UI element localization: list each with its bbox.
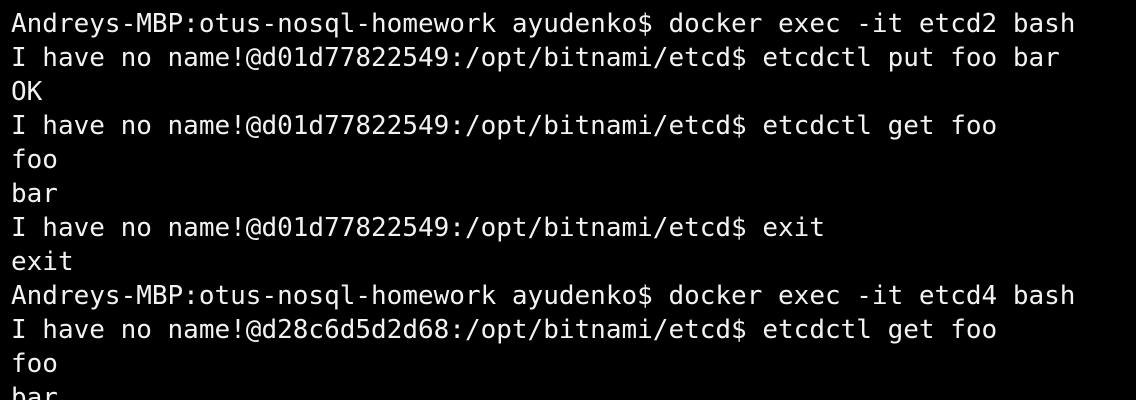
terminal-line: foo	[11, 349, 58, 379]
terminal-line: I have no name!@d01d77822549:/opt/bitnam…	[11, 111, 998, 141]
terminal-line: bar	[11, 383, 58, 400]
terminal-window[interactable]: exit Andreys-MBP:otus-nosql-homework ayu…	[0, 0, 1136, 400]
terminal-line: Andreys-MBP:otus-nosql-homework ayudenko…	[11, 281, 1076, 311]
terminal-line: I have no name!@d01d77822549:/opt/bitnam…	[11, 43, 1060, 73]
terminal-line: Andreys-MBP:otus-nosql-homework ayudenko…	[11, 9, 1076, 39]
terminal-line: OK	[11, 77, 43, 107]
terminal-line: foo	[11, 145, 58, 175]
terminal-line: exit	[11, 247, 74, 277]
terminal-line: exit	[11, 0, 1075, 7]
terminal-output: exit Andreys-MBP:otus-nosql-homework ayu…	[11, 0, 1075, 400]
terminal-line: bar	[11, 179, 58, 209]
terminal-line: I have no name!@d01d77822549:/opt/bitnam…	[11, 213, 825, 243]
terminal-line: I have no name!@d28c6d5d2d68:/opt/bitnam…	[11, 315, 998, 345]
